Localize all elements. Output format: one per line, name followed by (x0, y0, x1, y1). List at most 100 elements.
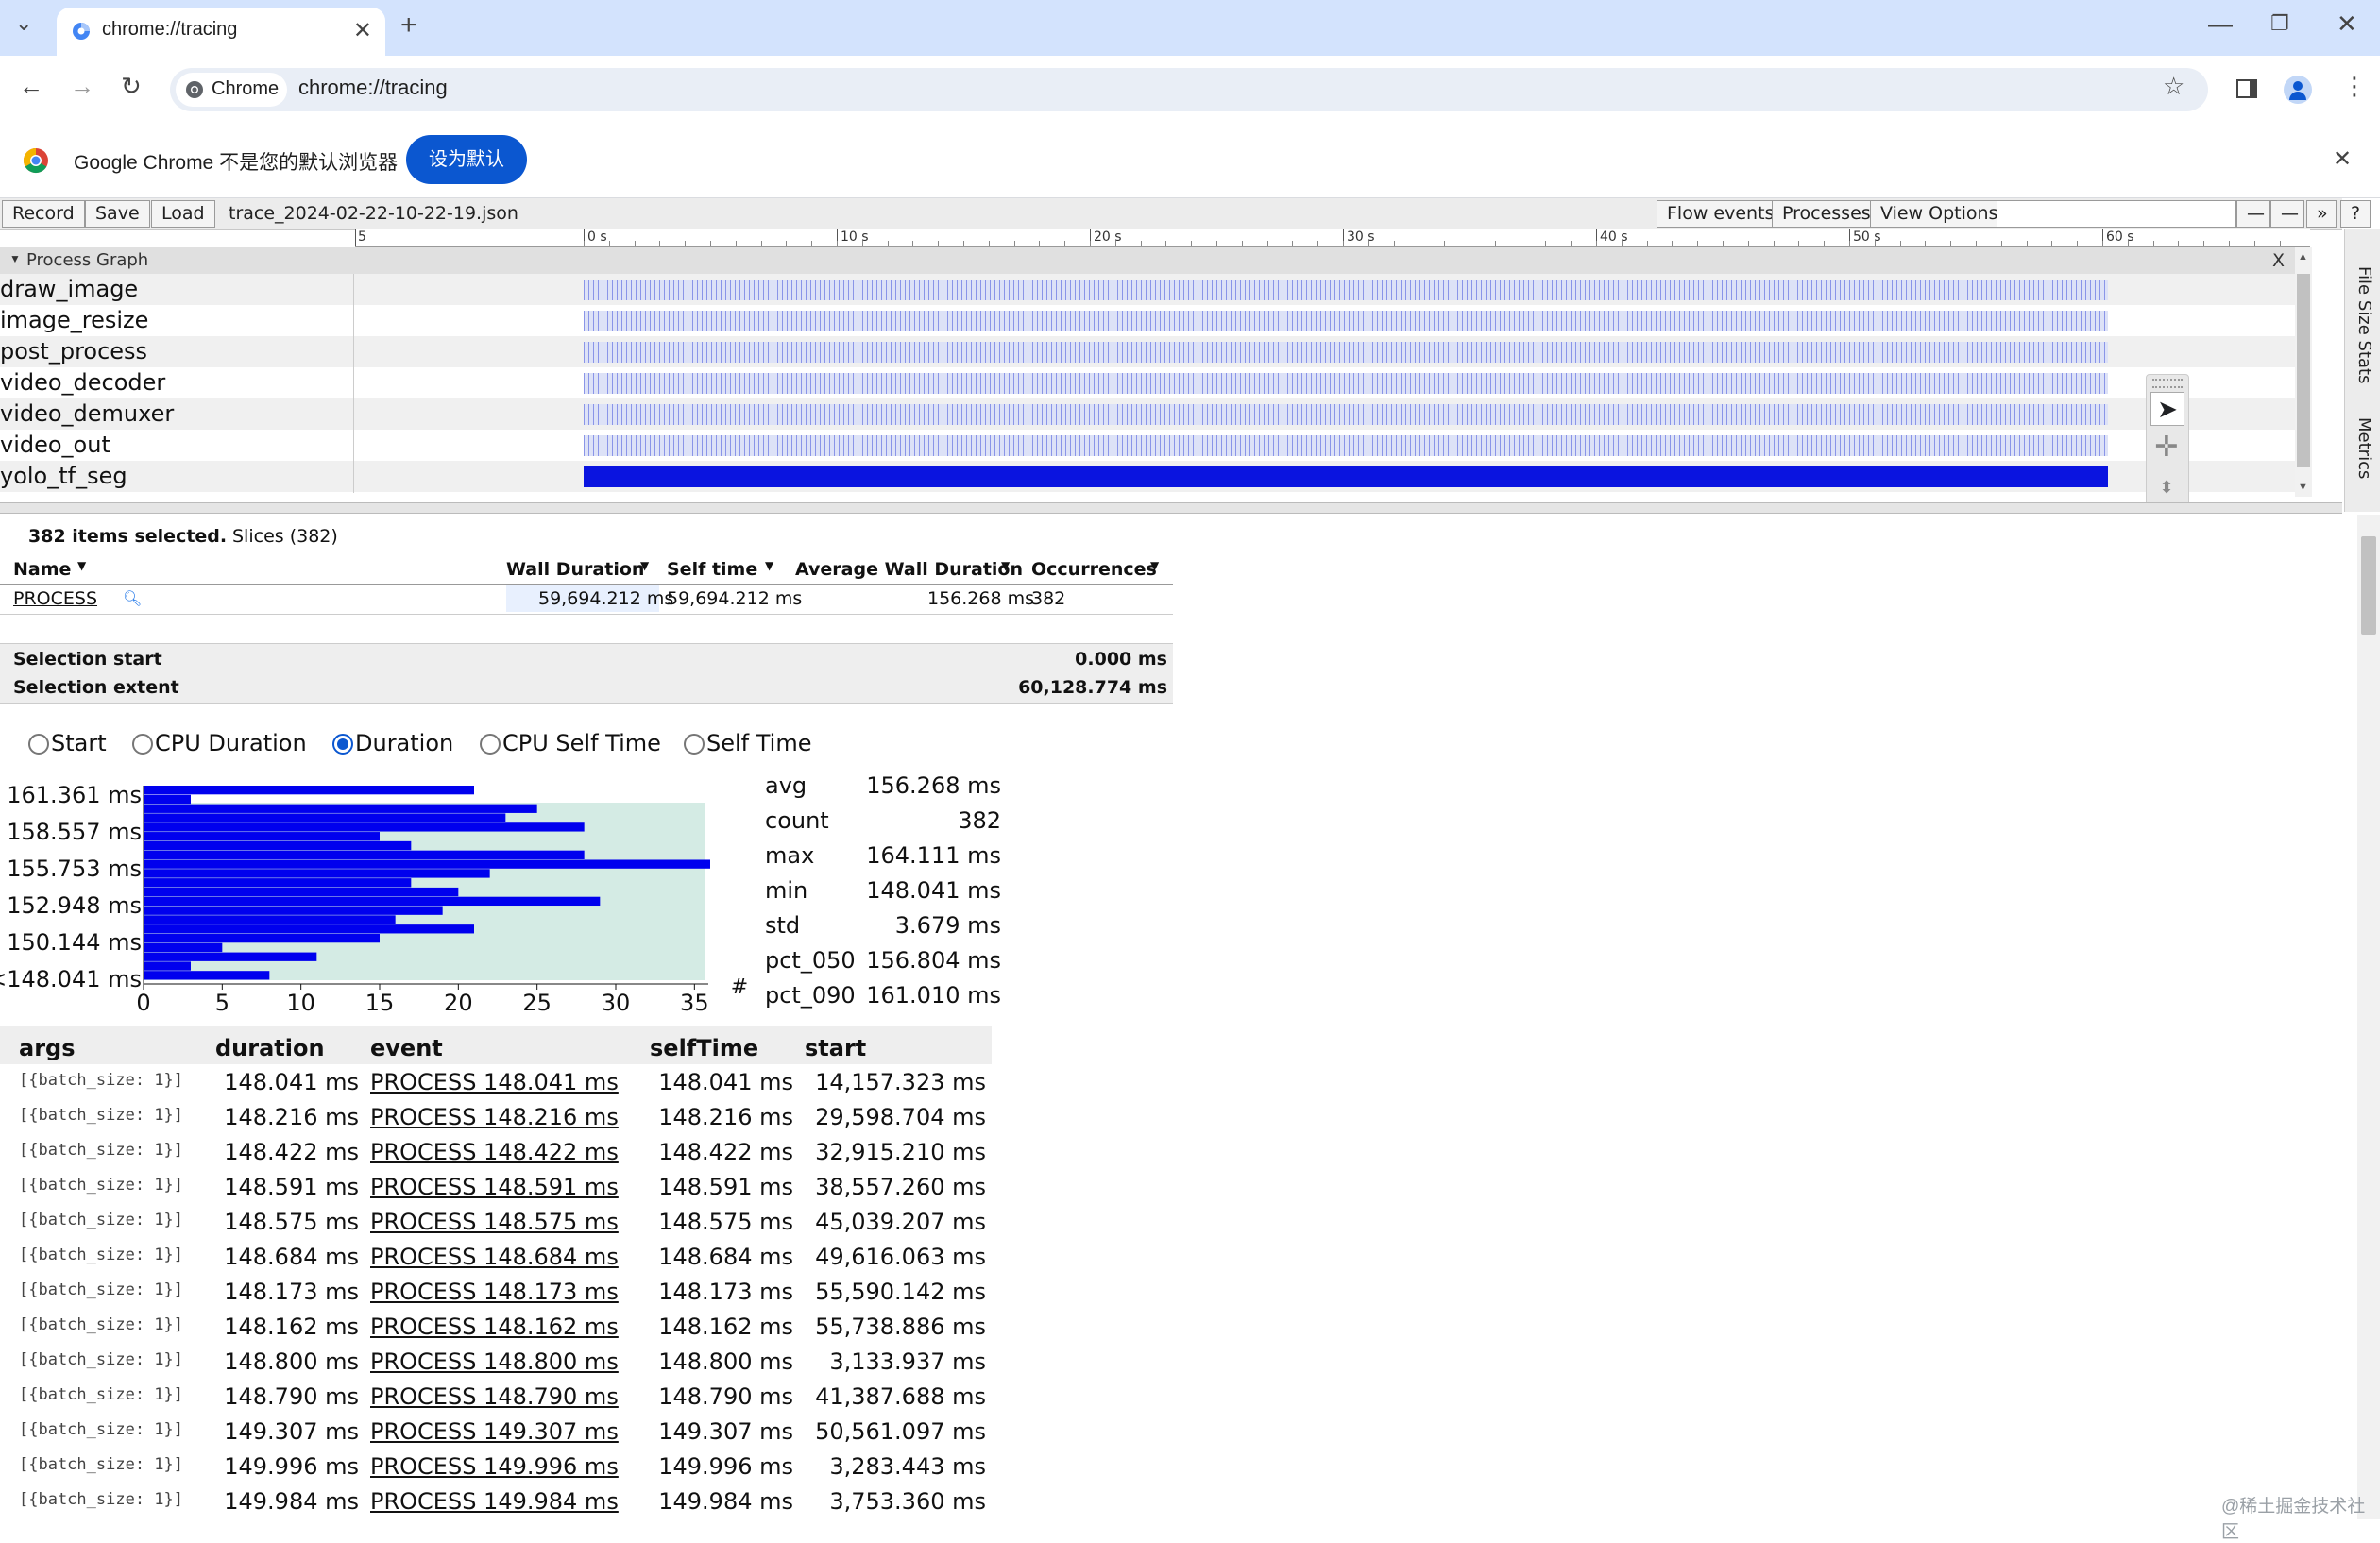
track-slices[interactable] (584, 342, 2108, 363)
forward-icon[interactable]: → (70, 72, 94, 101)
restore-window-icon[interactable]: ❐ (2270, 11, 2289, 36)
magnifier-icon[interactable]: 🔍︎ (123, 589, 142, 607)
track-slices[interactable] (584, 311, 2108, 331)
collapse-triangle-icon[interactable]: ▼ (9, 252, 21, 265)
track-slices[interactable] (584, 404, 2108, 425)
event-link[interactable]: PROCESS 148.173 ms (370, 1279, 619, 1305)
event-link[interactable]: PROCESS 148.790 ms (370, 1383, 619, 1410)
track-row[interactable]: video_out (0, 430, 2295, 461)
scroll-down-arrow-icon[interactable]: ▼ (2298, 482, 2308, 493)
zoom-out-button[interactable]: — (2236, 200, 2270, 228)
table-row[interactable]: [{batch_size: 1}] 148.800 ms PROCESS 148.8… (0, 1345, 992, 1380)
panel-splitter[interactable] (0, 502, 2342, 514)
view-options-button[interactable]: View Options (1870, 200, 2009, 228)
table-row[interactable]: [{batch_size: 1}] 148.041 ms PROCESS 148.0… (0, 1065, 992, 1100)
tab-search-chevron-icon[interactable]: ⌄ (15, 11, 32, 36)
track-slices[interactable] (584, 373, 2108, 394)
close-window-icon[interactable]: ✕ (2337, 9, 2357, 39)
close-tab-icon[interactable]: ✕ (353, 17, 372, 44)
event-link[interactable]: PROCESS 149.996 ms (370, 1453, 619, 1480)
col-selftime[interactable]: selfTime (650, 1035, 758, 1061)
event-link[interactable]: PROCESS 148.162 ms (370, 1314, 619, 1340)
find-input[interactable] (1997, 200, 2236, 228)
table-row[interactable]: [{batch_size: 1}] 148.684 ms PROCESS 148.6… (0, 1240, 992, 1275)
event-link[interactable]: PROCESS 149.307 ms (370, 1418, 619, 1445)
processes-button[interactable]: Processes (1772, 200, 1881, 228)
col-average-wall-duration[interactable]: Average Wall Duration (795, 559, 1023, 580)
site-info-chip[interactable]: Chrome (176, 73, 287, 107)
event-link[interactable]: PROCESS 148.422 ms (370, 1139, 619, 1165)
sort-arrow-icon[interactable]: ▼ (765, 559, 774, 572)
col-self-time[interactable]: Self time (667, 559, 757, 580)
track-slices[interactable] (584, 435, 2108, 456)
table-row[interactable]: [{batch_size: 1}] 149.984 ms PROCESS 149.9… (0, 1484, 992, 1519)
event-link[interactable]: PROCESS 148.575 ms (370, 1209, 619, 1235)
radio-cpu-duration[interactable] (132, 734, 153, 755)
selection-cursor-icon[interactable]: ➤ (2150, 392, 2184, 426)
close-infobar-icon[interactable]: ✕ (2333, 145, 2352, 173)
url-text[interactable]: chrome://tracing (298, 76, 448, 100)
file-size-stats-tab[interactable]: File Size Stats (2354, 266, 2374, 383)
table-row[interactable]: [{batch_size: 1}] 148.216 ms PROCESS 148.2… (0, 1100, 992, 1135)
event-link[interactable]: PROCESS 148.684 ms (370, 1244, 619, 1270)
event-link[interactable]: PROCESS 148.216 ms (370, 1104, 619, 1130)
back-icon[interactable]: ← (19, 72, 43, 101)
event-link[interactable]: PROCESS 148.041 ms (370, 1069, 619, 1095)
reload-icon[interactable]: ↻ (121, 72, 142, 101)
zoom-in-button[interactable]: — (2270, 200, 2304, 228)
radio-duration[interactable] (332, 734, 353, 755)
col-start[interactable]: start (805, 1035, 866, 1061)
record-button[interactable]: Record (2, 200, 85, 228)
track-row[interactable]: image_resize (0, 305, 2295, 336)
track-slices[interactable] (584, 466, 2108, 487)
drag-handle-icon[interactable] (2152, 379, 2183, 388)
col-name[interactable]: Name (13, 559, 71, 580)
analysis-scrollbar[interactable] (2357, 515, 2380, 1519)
table-row[interactable]: [{batch_size: 1}] 148.162 ms PROCESS 148.1… (0, 1310, 992, 1345)
process-name-link[interactable]: PROCESS (13, 588, 97, 609)
pan-cross-icon[interactable]: ✛ (2150, 432, 2183, 464)
track-row[interactable]: video_decoder (0, 367, 2295, 398)
radio-self-time[interactable] (684, 734, 705, 755)
menu-kebab-icon[interactable]: ⋮ (2342, 72, 2367, 101)
zoom-tool-icon[interactable]: ⬍ (2150, 473, 2183, 501)
sort-arrow-icon[interactable]: ▼ (1001, 559, 1010, 572)
table-row[interactable]: [{batch_size: 1}] 148.173 ms PROCESS 148.1… (0, 1275, 992, 1310)
sort-arrow-icon[interactable]: ▼ (77, 559, 86, 572)
metrics-tab[interactable]: Metrics (2354, 417, 2374, 479)
summary-table-row[interactable]: PROCESS 🔍︎ 59,694.212 ms 59,694.212 ms 1… (0, 584, 1173, 615)
omnibox[interactable] (170, 68, 2208, 111)
flow-events-button[interactable]: Flow events (1657, 200, 1785, 228)
event-link[interactable]: PROCESS 148.800 ms (370, 1348, 619, 1375)
help-button[interactable]: ? (2340, 200, 2371, 228)
table-row[interactable]: [{batch_size: 1}] 148.790 ms PROCESS 148.7… (0, 1380, 992, 1415)
radio-cpu-self-time[interactable] (480, 734, 501, 755)
close-process-graph-button[interactable]: X (2272, 250, 2285, 271)
bookmark-star-icon[interactable]: ☆ (2163, 72, 2184, 101)
side-panel-icon[interactable] (2236, 79, 2257, 98)
track-row[interactable]: draw_image (0, 274, 2295, 305)
timeline-scrollbar-thumb[interactable] (2297, 274, 2310, 467)
set-default-button[interactable]: 设为默认 (406, 135, 527, 184)
tab-slices[interactable]: Slices (382) (232, 526, 338, 547)
table-row[interactable]: [{batch_size: 1}] 149.996 ms PROCESS 149.9… (0, 1450, 992, 1484)
time-ruler[interactable]: 5 0 s 10 s 20 s 30 s 40 s 50 s 60 s (355, 229, 2310, 247)
scroll-up-arrow-icon[interactable]: ▲ (2298, 251, 2308, 263)
col-occurrences[interactable]: Occurrences (1031, 559, 1157, 580)
analysis-scrollbar-thumb[interactable] (2361, 536, 2376, 635)
track-slices[interactable] (584, 280, 2108, 300)
track-row[interactable]: post_process (0, 336, 2295, 367)
radio-start[interactable] (28, 734, 49, 755)
new-tab-icon[interactable]: + (400, 9, 417, 42)
table-row[interactable]: [{batch_size: 1}] 148.422 ms PROCESS 148.4… (0, 1135, 992, 1170)
col-event[interactable]: event (370, 1035, 443, 1061)
track-row[interactable]: video_demuxer (0, 398, 2295, 430)
table-row[interactable]: [{batch_size: 1}] 148.591 ms PROCESS 148.5… (0, 1170, 992, 1205)
sort-arrow-icon[interactable]: ▼ (640, 559, 649, 572)
track-row[interactable]: yolo_tf_seg (0, 461, 2295, 492)
col-duration[interactable]: duration (215, 1035, 325, 1061)
minimize-window-icon[interactable]: — (2208, 9, 2233, 39)
profile-avatar-icon[interactable] (2284, 76, 2312, 104)
col-args[interactable]: args (19, 1035, 76, 1061)
load-button[interactable]: Load (151, 200, 215, 228)
